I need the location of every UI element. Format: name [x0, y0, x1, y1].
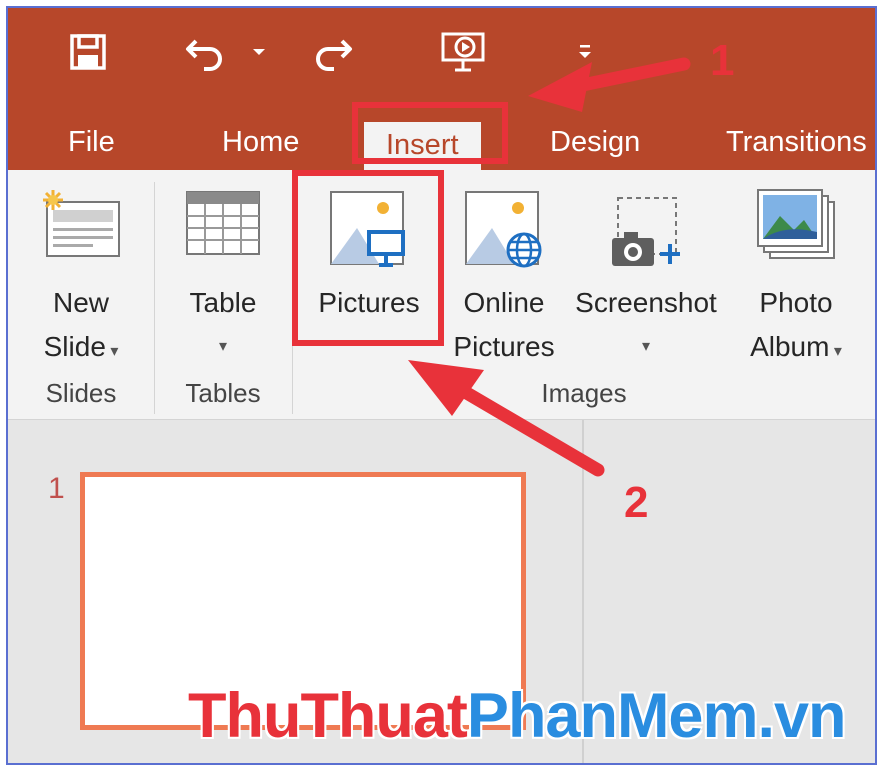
chevron-down-icon: ▾	[829, 343, 842, 360]
tab-home[interactable]: Home	[222, 118, 299, 170]
photo-album-icon	[754, 188, 838, 280]
chevron-down-icon: ▾	[218, 338, 228, 355]
group-label-images: Images	[541, 378, 627, 408]
redo-icon[interactable]	[308, 28, 358, 76]
screenshot-icon	[604, 188, 688, 284]
undo-icon[interactable]	[180, 28, 230, 76]
new-slide-icon	[39, 188, 123, 270]
tab-transitions[interactable]: Transitions	[726, 118, 867, 170]
start-slideshow-icon[interactable]	[434, 28, 492, 76]
pictures-highlight	[292, 170, 444, 346]
screenshot-button[interactable]: Screenshot ▾	[564, 170, 728, 370]
watermark: ThuThuatPhanMem.vn	[188, 681, 847, 751]
powerpoint-window: File Home Insert Design Transitions New …	[6, 6, 877, 765]
customize-qat-icon[interactable]	[570, 28, 600, 76]
chevron-down-icon: ▾	[105, 343, 119, 360]
step-number-1: 1	[710, 36, 735, 85]
table-button[interactable]: Table ▾	[168, 170, 278, 370]
insert-tab-highlight	[352, 102, 508, 164]
group-label-slides: Slides	[45, 378, 117, 408]
table-icon	[183, 188, 263, 270]
undo-dropdown-icon[interactable]	[246, 28, 272, 76]
group-separator	[154, 182, 155, 414]
tab-design[interactable]: Design	[550, 118, 640, 170]
step-number-2: 2	[624, 478, 649, 527]
new-slide-button[interactable]: New Slide ▾	[26, 170, 136, 370]
slide-number: 1	[48, 472, 65, 505]
online-pictures-icon	[462, 188, 546, 284]
save-icon[interactable]	[60, 28, 116, 76]
chevron-down-icon: ▾	[641, 338, 651, 355]
group-label-tables: Tables	[185, 378, 261, 408]
photo-album-button[interactable]: Photo Album ▾	[734, 170, 858, 370]
online-pictures-button[interactable]: Online Pictures	[446, 170, 562, 370]
tab-file[interactable]: File	[68, 118, 115, 170]
